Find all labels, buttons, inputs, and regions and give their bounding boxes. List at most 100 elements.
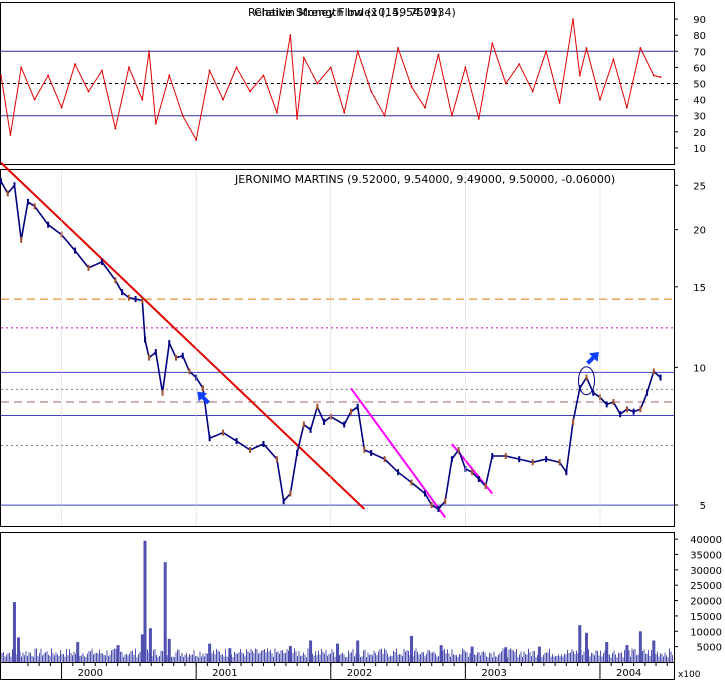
price-bar — [161, 389, 164, 396]
volume-spike — [140, 634, 144, 662]
price-bar — [558, 459, 561, 466]
price-bar — [87, 264, 90, 271]
price-bar — [26, 198, 29, 205]
price-bar — [491, 453, 494, 460]
x-tick-label: 2004 — [616, 668, 641, 679]
rsi-point — [612, 58, 615, 61]
x-tick-label: 2000 — [78, 668, 103, 679]
rsi-point — [578, 74, 581, 77]
rsi-point — [518, 63, 521, 66]
price-ytick-label: 25 — [693, 181, 706, 192]
price-bar — [222, 429, 225, 436]
price-bar — [585, 374, 588, 381]
volume-unit-label: x100 — [678, 670, 701, 680]
rsi-ytick-label: 90 — [693, 15, 706, 26]
price-bar — [444, 498, 447, 505]
rsi-point — [397, 47, 399, 49]
rsi-point — [249, 90, 251, 93]
rsi-point — [625, 106, 628, 109]
volume-spike — [16, 637, 20, 662]
price-bar — [316, 403, 319, 410]
price-bar — [275, 456, 278, 463]
price-bar — [114, 277, 117, 284]
rsi-point — [659, 76, 662, 78]
rsi-point — [464, 66, 467, 69]
price-bar — [652, 368, 655, 375]
price-bar — [659, 374, 662, 381]
rsi-point — [127, 66, 130, 69]
price-bar — [134, 296, 137, 303]
price-bar — [282, 498, 285, 505]
volume-spike — [12, 602, 16, 662]
volume-ytick-label: 30000 — [690, 566, 722, 577]
rsi-point — [296, 118, 299, 120]
volume-spike — [143, 540, 147, 662]
rsi-point — [148, 50, 150, 53]
price-bar — [168, 340, 171, 347]
rsi-title-2: Chaikin Money Flow (10, 59.7501) — [254, 6, 442, 19]
price-panel-frame — [0, 169, 675, 527]
volume-spike — [356, 640, 360, 662]
rsi-point — [558, 101, 561, 104]
rsi-point — [168, 74, 171, 77]
price-bar — [625, 406, 628, 413]
volume-spike — [76, 642, 80, 662]
rsi-point — [276, 111, 278, 114]
price-bar — [430, 502, 433, 509]
rsi-ytick-label: 30 — [693, 112, 706, 123]
rsi-point — [302, 56, 305, 59]
rsi-point — [141, 98, 144, 101]
rsi-point — [437, 53, 440, 56]
price-bar — [646, 389, 649, 396]
price-bar — [148, 354, 151, 361]
price-bar — [457, 446, 460, 453]
price-bar — [471, 469, 474, 476]
rsi-point — [0, 74, 2, 77]
volume-spike — [439, 645, 443, 662]
rsi-point — [585, 47, 588, 49]
price-bar — [296, 449, 299, 456]
price-title: JERONIMO MARTINS (9.52000, 9.54000, 9.49… — [234, 173, 615, 186]
price-bar — [121, 289, 124, 296]
volume-spike — [208, 643, 212, 662]
price-bar — [208, 435, 211, 442]
rsi-point — [208, 69, 211, 72]
rsi-point — [87, 90, 90, 93]
rsi-point — [262, 74, 265, 77]
rsi-point — [383, 114, 386, 117]
volume-spike — [336, 643, 339, 662]
price-ytick-label: 15 — [693, 283, 706, 294]
volume-spike — [652, 640, 656, 662]
volume-ytick-label: 25000 — [690, 581, 722, 592]
rsi-ytick-label: 50 — [693, 80, 706, 91]
stock-chart: 10 20 30 40 50 60 70 80 90 5 10 15 20 25 5000 10000 15… — [0, 2, 722, 680]
price-bar — [383, 456, 386, 463]
rsi-ytick-label: 20 — [693, 128, 706, 139]
price-bar — [262, 440, 265, 447]
price-bar — [20, 236, 23, 243]
rsi-point — [114, 127, 117, 130]
price-bar — [397, 469, 400, 476]
price-bar — [619, 411, 622, 418]
price-bar — [477, 476, 480, 483]
price-bar — [144, 336, 147, 343]
volume-spike — [410, 635, 414, 662]
price-bar — [545, 456, 548, 463]
volume-ytick-label: 35000 — [690, 551, 722, 562]
price-bar — [572, 418, 575, 425]
price-bar — [349, 408, 352, 415]
rsi-point — [599, 98, 601, 101]
volume-ytick-label: 40000 — [690, 535, 722, 546]
price-ytick-label: 10 — [693, 363, 706, 374]
rsi-point — [195, 138, 198, 141]
rsi-ytick-label: 40 — [693, 96, 706, 107]
rsi-point — [572, 18, 574, 20]
rsi-point — [33, 98, 36, 101]
rsi-point — [545, 50, 548, 53]
volume-ytick-label: 5000 — [697, 643, 722, 654]
price-bar — [343, 421, 346, 428]
price-bar — [181, 352, 184, 359]
rsi-point — [504, 82, 507, 85]
price-bar — [100, 258, 103, 265]
volume-spike — [625, 645, 629, 662]
